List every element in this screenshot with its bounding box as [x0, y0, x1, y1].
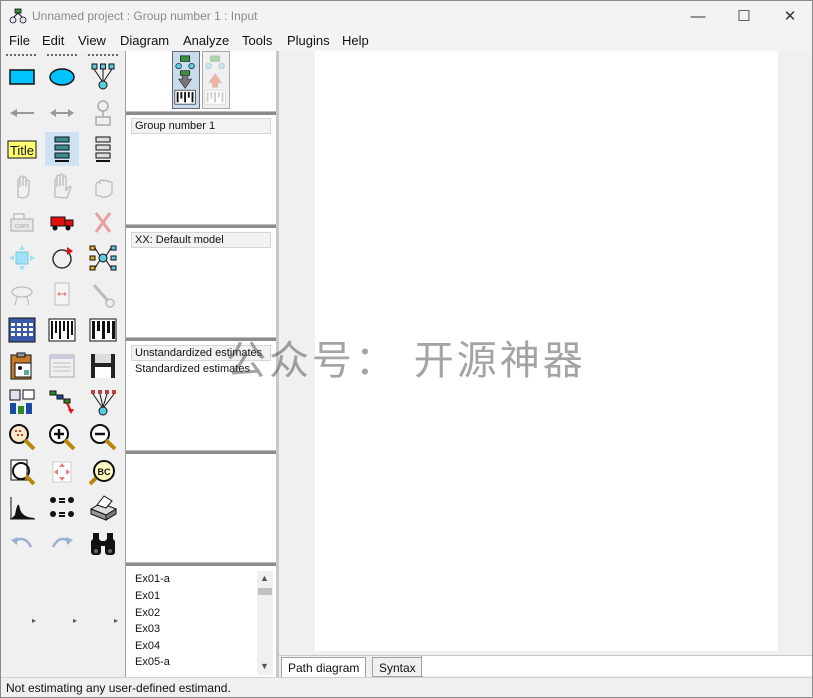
rotate-indicators-icon[interactable] — [45, 241, 79, 275]
menu-diagram[interactable]: Diagram — [120, 33, 169, 48]
menu-tools[interactable]: Tools — [242, 33, 272, 48]
file-list-scrollbar[interactable]: ▲ ▼ — [257, 571, 273, 675]
draw-covariance-icon[interactable] — [45, 96, 79, 130]
scroll-diagram-icon[interactable] — [45, 277, 79, 311]
status-text: Not estimating any user-defined estimand… — [6, 681, 231, 695]
show-entire-page-icon[interactable] — [5, 455, 39, 489]
move-parameter-icon[interactable] — [5, 277, 39, 311]
list-variables-in-dataset-icon[interactable] — [86, 132, 120, 166]
title-icon[interactable]: Title — [5, 132, 39, 166]
touch-up-variable-icon[interactable] — [86, 277, 120, 311]
menu-file[interactable]: File — [9, 33, 30, 48]
change-shape-icon[interactable] — [5, 241, 39, 275]
zoom-in-icon[interactable] — [45, 420, 79, 454]
file-list-item[interactable]: Ex05-a — [135, 656, 170, 668]
menu-help[interactable]: Help — [342, 33, 369, 48]
draw-path-icon[interactable] — [5, 96, 39, 130]
amos-window: Unnamed project : Group number 1 : Input… — [0, 0, 813, 698]
erase-objects-icon[interactable] — [86, 205, 120, 239]
copy-to-clipboard-icon[interactable] — [5, 349, 39, 383]
panel-separator[interactable] — [126, 562, 277, 566]
view-tabs: Path diagram Syntax — [279, 655, 812, 677]
select-data-files-icon[interactable] — [5, 313, 39, 347]
specification-search-icon[interactable] — [86, 527, 120, 561]
tab-path-diagram[interactable]: Path diagram — [281, 657, 367, 677]
toolbar-grip[interactable] — [6, 54, 36, 56]
tab-syntax[interactable]: Syntax — [372, 657, 423, 677]
analysis-properties-icon[interactable] — [45, 313, 79, 347]
select-one-object-icon[interactable] — [5, 169, 39, 203]
panel-separator[interactable] — [126, 111, 277, 115]
scroll-down-icon[interactable]: ▼ — [260, 661, 269, 671]
preserve-symmetries-icon[interactable] — [86, 385, 120, 419]
zoom-out-icon[interactable] — [86, 420, 120, 454]
panel-separator[interactable] — [126, 450, 277, 454]
move-objects-icon[interactable] — [45, 205, 79, 239]
scroll-thumb[interactable] — [258, 588, 272, 595]
list-variables-in-model-icon[interactable] — [45, 132, 79, 166]
draw-observed-variable-icon[interactable] — [5, 59, 39, 93]
tab-strip-fill — [421, 656, 812, 676]
multiple-group-analysis-icon[interactable] — [45, 491, 79, 525]
view-output-path-diagram-icon — [204, 55, 226, 105]
save-diagram-icon[interactable] — [86, 349, 120, 383]
toolbar-overflow-icon[interactable]: ▸ — [73, 616, 77, 625]
maximize-button[interactable]: ☐ — [721, 1, 767, 31]
view-input-path-diagram-icon — [174, 55, 196, 105]
resize-diagram-icon[interactable] — [45, 455, 79, 489]
toolbox: Title COPY BC ▸ ▸ ▸ — [1, 51, 124, 677]
reflect-indicators-icon[interactable] — [86, 241, 120, 275]
select-all-objects-icon[interactable] — [45, 169, 79, 203]
title-bar: Unnamed project : Group number 1 : Input… — [1, 1, 812, 31]
add-unique-variable-icon[interactable] — [86, 96, 120, 130]
object-properties-icon[interactable] — [5, 385, 39, 419]
minimize-button[interactable]: — — [675, 1, 721, 31]
file-list-item[interactable]: Ex01 — [135, 590, 160, 602]
magnifier-icon[interactable]: BC — [86, 455, 120, 489]
view-output-path-diagram-button[interactable] — [202, 51, 230, 109]
menu-bar: File Edit View Diagram Analyze Tools Plu… — [1, 31, 812, 51]
models-panel-item[interactable]: XX: Default model — [131, 232, 271, 248]
toolbar-grip[interactable] — [88, 54, 118, 56]
svg-text:COPY: COPY — [15, 224, 30, 230]
window-title: Unnamed project : Group number 1 : Input — [32, 9, 258, 23]
status-bar: Not estimating any user-defined estimand… — [1, 677, 812, 697]
toolbar-overflow-icon[interactable]: ▸ — [114, 616, 118, 625]
app-logo-icon — [9, 8, 27, 26]
bayesian-estimation-icon[interactable] — [5, 491, 39, 525]
draw-unobserved-variable-icon[interactable] — [45, 59, 79, 93]
undo-icon[interactable] — [5, 527, 39, 561]
watermark-text: 公众号： 开源神器 — [226, 338, 586, 384]
toolbar-grip[interactable] — [47, 54, 77, 56]
duplicate-objects-icon[interactable]: COPY — [5, 205, 39, 239]
redo-icon[interactable] — [45, 527, 79, 561]
print-diagram-icon[interactable] — [86, 491, 120, 525]
file-list-item[interactable]: Ex03 — [135, 623, 160, 635]
deselect-all-objects-icon[interactable] — [86, 169, 120, 203]
view-input-path-diagram-button[interactable] — [172, 51, 200, 109]
menu-edit[interactable]: Edit — [42, 33, 64, 48]
groups-panel-item[interactable]: Group number 1 — [131, 118, 271, 134]
svg-text:BC: BC — [98, 467, 111, 477]
menu-view[interactable]: View — [78, 33, 106, 48]
file-list-item[interactable]: Ex01-a — [135, 573, 170, 585]
scroll-up-icon[interactable]: ▲ — [260, 573, 269, 583]
view-text-output-icon[interactable] — [45, 349, 79, 383]
zoom-selected-area-icon[interactable] — [5, 420, 39, 454]
panel-separator[interactable] — [126, 224, 277, 228]
calculate-estimates-icon[interactable] — [86, 313, 120, 347]
canvas-scrollbar[interactable] — [779, 51, 812, 655]
file-list-item[interactable]: Ex04 — [135, 640, 160, 652]
title-tool-label: Title — [10, 143, 34, 158]
menu-plugins[interactable]: Plugins — [287, 33, 330, 48]
close-button[interactable]: ✕ — [767, 1, 813, 31]
drag-properties-icon[interactable] — [45, 385, 79, 419]
file-list-item[interactable]: Ex02 — [135, 607, 160, 619]
toolbar-overflow-icon[interactable]: ▸ — [32, 616, 36, 625]
draw-indicator-variable-icon[interactable] — [86, 59, 120, 93]
menu-analyze[interactable]: Analyze — [183, 33, 229, 48]
